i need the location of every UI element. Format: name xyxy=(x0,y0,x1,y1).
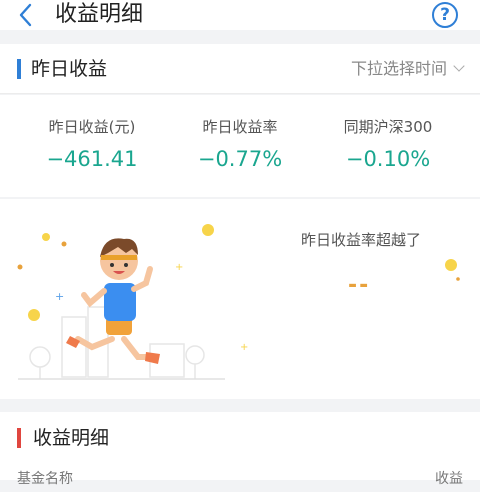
details-table-header: 基金名称 收益 xyxy=(0,468,480,492)
exceed-value: -- xyxy=(348,273,371,298)
stat-value: −0.10% xyxy=(345,147,431,171)
stat-value: −461.41 xyxy=(46,147,138,171)
question-circle-icon[interactable]: ? xyxy=(432,2,458,28)
stat-value: −0.77% xyxy=(197,147,283,171)
svg-text:+: + xyxy=(240,342,248,353)
stats-row: 昨日收益(元) −461.41 昨日收益率 −0.77% 同期沪深300 −0.… xyxy=(0,95,480,197)
stat-yesterday-income: 昨日收益(元) −461.41 xyxy=(12,117,172,173)
svg-text:+: + xyxy=(55,290,64,303)
coin-decoration xyxy=(445,259,460,281)
col-fund-name: 基金名称 xyxy=(17,471,73,487)
chevron-down-icon xyxy=(453,60,465,72)
stat-label: 昨日收益(元) xyxy=(48,118,136,136)
page-title: 收益明细 xyxy=(55,2,144,27)
stat-label: 同期沪深300 xyxy=(343,118,433,136)
time-selector-label: 下拉选择时间 xyxy=(350,59,447,78)
col-income: 收益 xyxy=(435,471,463,487)
section-marker xyxy=(17,59,21,79)
yesterday-section-title: 昨日收益 xyxy=(31,58,108,80)
details-section-title: 收益明细 xyxy=(33,427,110,449)
stat-yesterday-rate: 昨日收益率 −0.77% xyxy=(160,117,320,173)
runner-illustration: + + + xyxy=(17,224,248,380)
svg-text:+: + xyxy=(175,262,183,273)
app-header: 收益明细 ? xyxy=(0,0,480,30)
section-marker xyxy=(17,428,21,448)
details-section: 收益明细 基金名称 收益 xyxy=(0,412,480,487)
exceed-label: 昨日收益率超越了 xyxy=(301,231,422,249)
stat-label: 昨日收益率 xyxy=(202,118,278,136)
chevron-left-icon[interactable] xyxy=(14,2,38,28)
stat-hs300: 同期沪深300 −0.10% xyxy=(308,117,468,173)
yesterday-section-header: 昨日收益 下拉选择时间 xyxy=(0,44,480,94)
exceed-panel: + + + 昨日收益率超越了 -- xyxy=(0,199,480,399)
time-selector[interactable]: 下拉选择时间 xyxy=(350,44,465,94)
